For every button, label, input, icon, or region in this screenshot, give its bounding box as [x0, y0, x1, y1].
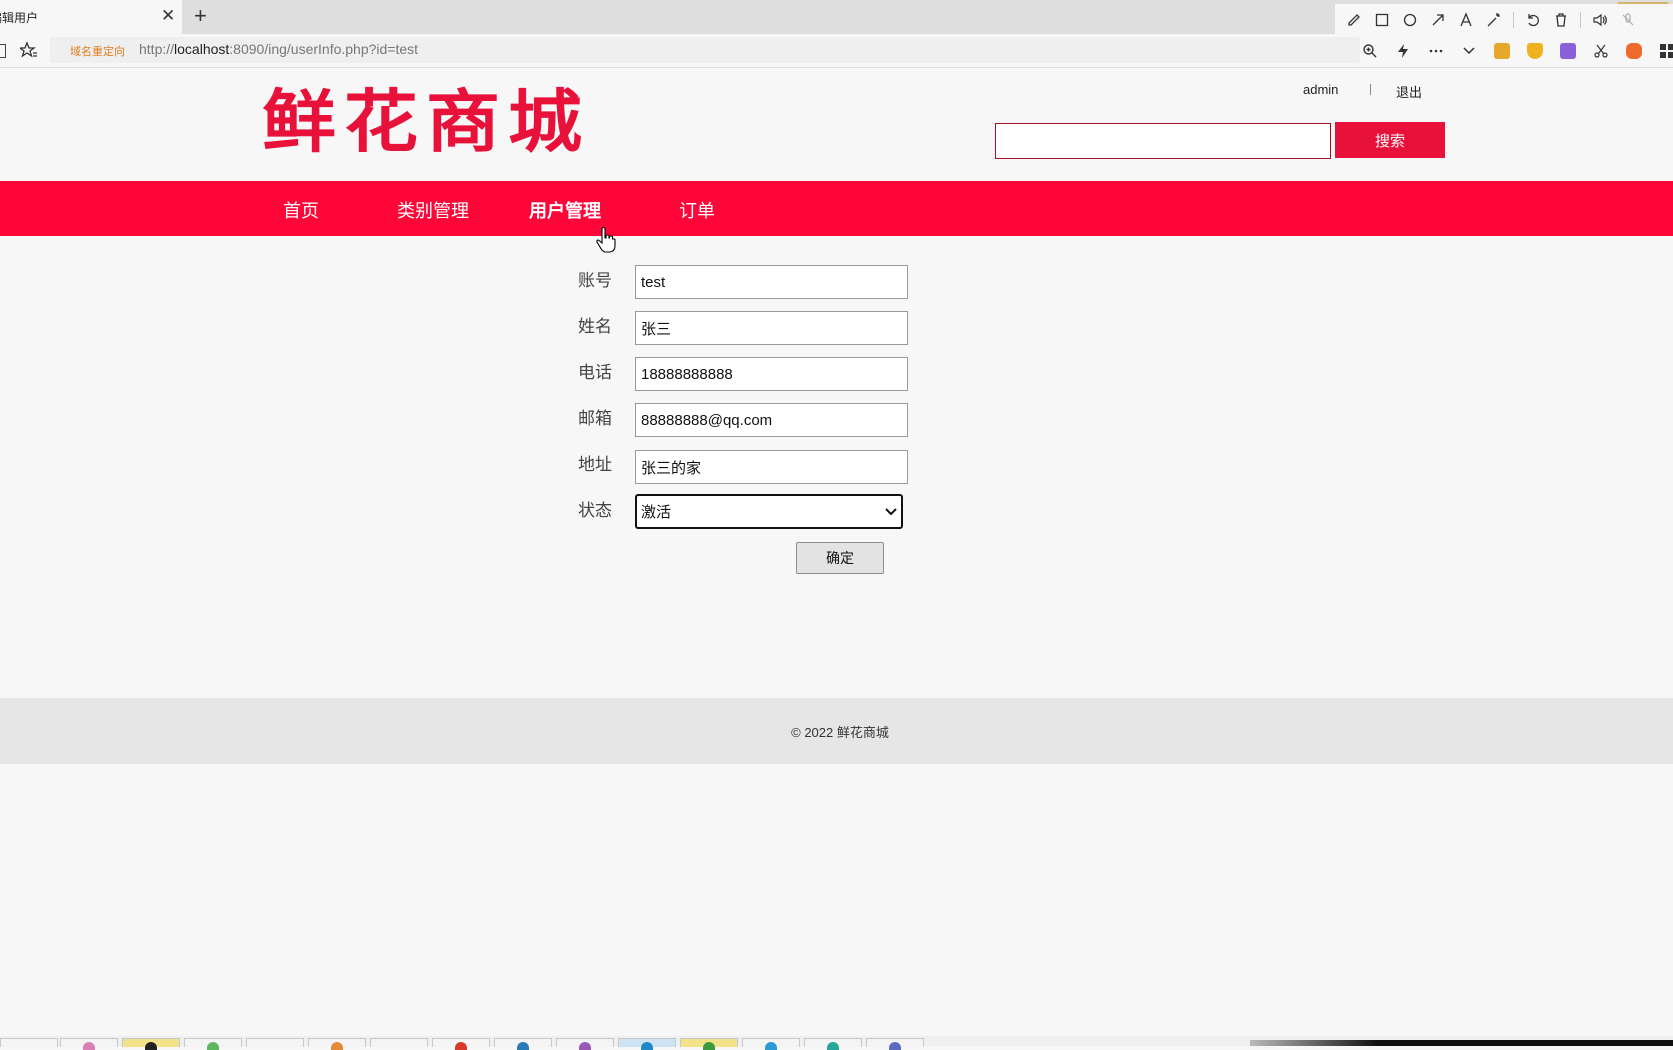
more-icon[interactable] [1426, 41, 1446, 61]
nav-item-users[interactable]: 用户管理 [529, 197, 601, 223]
email-label: 邮箱 [578, 409, 612, 428]
magic-wand-icon[interactable] [1485, 11, 1503, 29]
extension-translate-icon[interactable] [1558, 41, 1578, 61]
speaker-icon[interactable] [1591, 11, 1609, 29]
tab-close-icon[interactable]: ✕ [161, 6, 175, 26]
status-selected-value: 激活 [641, 504, 672, 521]
hand-cursor-icon [596, 227, 616, 253]
search-button[interactable]: 搜索 [1335, 122, 1445, 158]
trash-icon[interactable] [1552, 11, 1570, 29]
rectangle-icon[interactable] [1373, 11, 1391, 29]
username-link[interactable]: admin [1303, 82, 1338, 97]
footer-copyright: © 2022 鲜花商城 [791, 725, 889, 740]
chevron-down-icon [885, 507, 897, 515]
annotation-toolbar [1335, 4, 1673, 36]
phone-label: 电话 [578, 363, 612, 382]
bookmark-star-icon[interactable] [20, 41, 38, 59]
email-field[interactable] [635, 403, 908, 437]
nav-item-categories[interactable]: 类别管理 [397, 197, 469, 223]
url-text[interactable]: http://localhost:8090/ing/userInfo.php?i… [139, 41, 418, 57]
pencil-icon[interactable] [1345, 11, 1363, 29]
logout-link[interactable]: 退出 [1396, 82, 1422, 101]
arrow-icon[interactable] [1429, 11, 1447, 29]
nav-item-home[interactable]: 首页 [283, 197, 319, 223]
zoom-icon[interactable] [1360, 41, 1380, 61]
address-field[interactable] [635, 450, 908, 484]
new-tab-icon[interactable]: + [194, 3, 207, 29]
browser-tab[interactable]: 编辑用户 ✕ [0, 0, 182, 34]
address-label: 地址 [578, 455, 612, 474]
footer: © 2022 鲜花商城 [0, 698, 1673, 764]
url-path: :8090/ing/userInfo.php?id=test [229, 41, 419, 57]
extension-shield-icon[interactable] [1525, 41, 1545, 61]
account-label: 账号 [578, 271, 612, 290]
name-field[interactable] [635, 311, 908, 345]
nav-item-orders[interactable]: 订单 [679, 197, 715, 223]
name-label: 姓名 [578, 317, 612, 336]
sidebar-toggle-icon[interactable] [0, 44, 6, 58]
circle-icon[interactable] [1401, 11, 1419, 29]
header-divider [1370, 84, 1371, 95]
phone-field[interactable] [635, 357, 908, 391]
lightning-icon[interactable] [1393, 41, 1413, 61]
taskbar-tray [1250, 1040, 1673, 1046]
main-nav: 首页 类别管理 用户管理 订单 [0, 181, 1673, 236]
chevron-down-icon[interactable] [1459, 41, 1479, 61]
confirm-button[interactable]: 确定 [796, 542, 884, 574]
account-field[interactable] [635, 265, 908, 299]
status-label: 状态 [578, 501, 612, 520]
toolbar-divider [1513, 12, 1514, 28]
extension-gamepad-icon[interactable] [1624, 41, 1644, 61]
mic-muted-icon[interactable] [1619, 11, 1637, 29]
apps-grid-icon[interactable] [1657, 41, 1673, 61]
scissors-icon[interactable] [1591, 41, 1611, 61]
text-tool-icon[interactable] [1457, 11, 1475, 29]
search-input[interactable] [995, 123, 1331, 159]
url-scheme: http:// [139, 41, 175, 57]
redirect-label: 域名重定向 [70, 46, 125, 58]
status-select[interactable]: 激活 [635, 494, 903, 529]
extension-game-icon[interactable] [1492, 41, 1512, 61]
browser-extensions [1360, 40, 1673, 62]
tab-title: 编辑用户 [0, 11, 39, 25]
url-host: localhost [174, 41, 230, 57]
toolbar-divider [1580, 12, 1581, 28]
undo-icon[interactable] [1524, 11, 1542, 29]
site-logo[interactable]: 鲜花商城 [262, 84, 590, 161]
address-bar[interactable]: 域名重定向 http://localhost:8090/ing/userInfo… [50, 37, 1360, 63]
